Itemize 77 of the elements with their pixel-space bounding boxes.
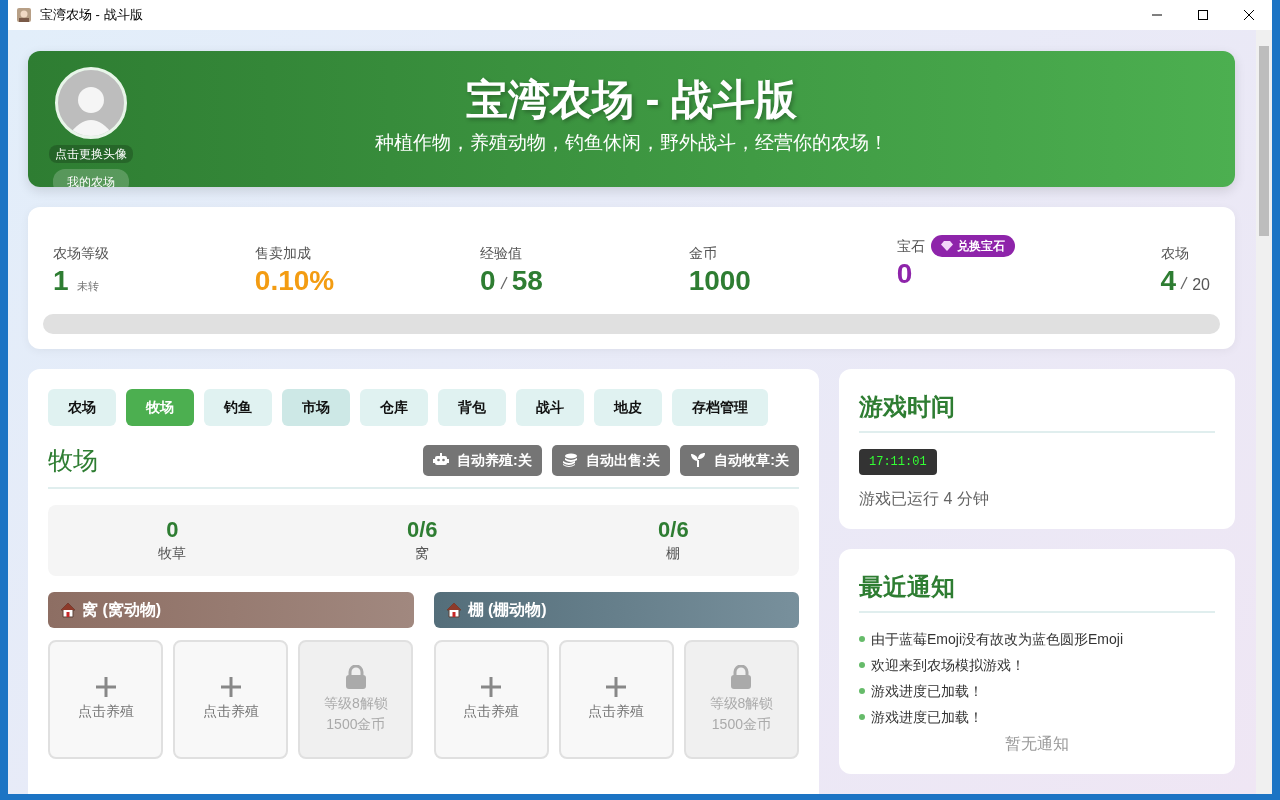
stat-label: 农场等级 xyxy=(53,244,109,263)
locked-slot: 等级8解锁 1500金币 xyxy=(298,640,414,760)
breed-slot[interactable]: 点击养殖 xyxy=(433,640,549,760)
notice-item: 游戏进度已加载！ xyxy=(871,681,983,701)
bullet-dot xyxy=(859,662,865,669)
close-icon xyxy=(1244,10,1254,20)
page-subtitle: 种植作物，养殖动物，钓鱼休闲，野外战斗，经营你的农场！ xyxy=(375,131,888,156)
stat-value: 0 xyxy=(896,257,913,291)
stat-label: 宝石 xyxy=(896,236,925,256)
house-icon xyxy=(60,602,76,619)
tab[interactable]: 存档管理 xyxy=(672,388,768,426)
empty-notice-text: 暂无通知 xyxy=(1004,733,1070,754)
notice-item: 由于蓝莓Emoji没有故改为蓝色圆形Emoji xyxy=(871,629,1123,649)
summary-value: 0/6 xyxy=(405,517,439,544)
exchange-gem-button[interactable]: 兑换宝石 xyxy=(930,235,1015,257)
tab[interactable]: 仓库 xyxy=(360,388,428,426)
summary-value: 0/6 xyxy=(657,517,690,544)
locked-slot: 等级8解锁 1500金币 xyxy=(683,640,799,760)
breed-slot[interactable]: 点击养殖 xyxy=(48,640,164,760)
stat-value: 4 xyxy=(1160,264,1177,298)
toggle-button[interactable]: 自动养殖:关 xyxy=(423,444,542,476)
coins-icon xyxy=(561,452,578,469)
tab[interactable]: 农场 xyxy=(48,388,116,426)
window-title: 宝湾农场 - 战斗版 xyxy=(40,6,144,25)
tab[interactable]: 市场 xyxy=(282,388,350,426)
notice-item: 游戏进度已加载！ xyxy=(871,707,983,727)
stat-value: 1 xyxy=(53,264,69,298)
plus-icon xyxy=(606,677,627,698)
house-icon xyxy=(445,602,462,619)
stat-value: 0.10% xyxy=(254,264,335,298)
lock-icon xyxy=(344,665,367,689)
gem-icon xyxy=(940,241,953,251)
pen-title: 窝 (窝动物) xyxy=(82,600,162,621)
bullet-dot xyxy=(859,688,865,695)
summary-label: 牧草 xyxy=(157,544,188,564)
scrollbar-thumb[interactable] xyxy=(1259,46,1269,236)
summary-label: 棚 xyxy=(665,544,682,564)
tab[interactable]: 钓鱼 xyxy=(204,388,272,426)
stat-label: 农场 xyxy=(1160,244,1189,263)
tab[interactable]: 地皮 xyxy=(594,388,662,426)
breed-slot[interactable]: 点击养殖 xyxy=(173,640,289,760)
stat-note: 未转 xyxy=(76,279,99,294)
notice-item: 欢迎来到农场模拟游戏！ xyxy=(871,655,1025,675)
runtime-text: 游戏已运行 4 分钟 xyxy=(859,488,990,509)
slash-icon xyxy=(499,276,508,290)
stat-value: 0 xyxy=(480,264,496,298)
breed-slot[interactable]: 点击养殖 xyxy=(558,640,674,760)
stat-total: 58 xyxy=(511,264,543,298)
clock-display: 17:11:01 xyxy=(859,448,937,475)
tab[interactable]: 战斗 xyxy=(516,388,584,426)
plus-icon xyxy=(220,677,241,698)
bullet-dot xyxy=(859,714,865,721)
scrollbar[interactable] xyxy=(1256,30,1272,794)
app-icon xyxy=(16,7,32,23)
stat-total: 20 xyxy=(1192,275,1210,295)
avatar-caption: 点击更换头像 xyxy=(49,145,133,163)
toggle-button[interactable]: 自动牧草:关 xyxy=(680,444,799,476)
stat-label: 经验值 xyxy=(480,244,523,263)
lock-icon xyxy=(730,665,753,689)
plus-icon xyxy=(95,677,116,698)
pen-title: 棚 (棚动物) xyxy=(467,600,547,621)
page-title: 宝湾农场 - 战斗版 xyxy=(464,75,799,125)
tab[interactable]: 背包 xyxy=(438,388,506,426)
section-title: 牧场 xyxy=(48,444,98,476)
stat-value: 1000 xyxy=(688,264,751,298)
plus-icon xyxy=(481,677,502,698)
card-title: 游戏时间 xyxy=(859,388,1215,433)
card-title: 最近通知 xyxy=(859,568,1215,613)
toggle-button[interactable]: 自动出售:关 xyxy=(551,444,671,476)
stat-label: 售卖加成 xyxy=(254,244,311,263)
summary-value: 0 xyxy=(165,517,180,544)
summary-label: 窝 xyxy=(414,544,431,564)
maximize-icon xyxy=(1198,10,1208,20)
slash-icon xyxy=(1180,276,1189,290)
stat-label: 金币 xyxy=(688,244,717,263)
sprout-icon xyxy=(690,452,707,469)
bullet-dot xyxy=(859,636,865,643)
